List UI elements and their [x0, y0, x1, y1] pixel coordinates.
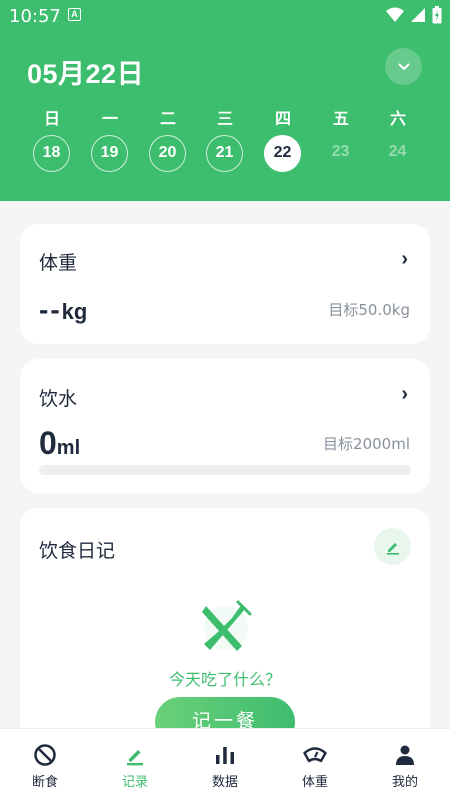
edit-diary-button[interactable] — [374, 528, 411, 565]
weekday-sat: 六 — [389, 109, 406, 128]
water-title: 饮水 — [39, 388, 78, 410]
nav-item-data[interactable]: 数据 — [180, 729, 270, 799]
day-button[interactable]: 18 — [33, 135, 70, 172]
day-button-selected[interactable]: 22 — [264, 135, 301, 172]
notification-icon: A — [68, 8, 81, 21]
status-icons — [386, 6, 442, 24]
weekday-sun: 日 — [43, 109, 60, 128]
weekday-wed: 三 — [216, 109, 233, 128]
nav-label: 我的 — [391, 775, 418, 790]
weight-goal: 目标50.0kg — [328, 301, 410, 319]
water-goal: 目标2000ml — [323, 435, 410, 453]
weight-unit: kg — [61, 299, 88, 324]
nav-item-profile[interactable]: 我的 — [360, 729, 450, 799]
chevron-right-icon: › — [401, 383, 408, 405]
signal-icon — [411, 8, 425, 22]
weight-title: 体重 — [39, 252, 78, 274]
empty-state-text: 今天吃了什么？ — [168, 670, 281, 689]
nav-label: 数据 — [211, 775, 238, 790]
bottom-navigation: 断食 记录 数据 体重 我的 — [0, 728, 450, 799]
status-bar: 10:57 A — [0, 0, 450, 32]
nav-item-record[interactable]: 记录 — [90, 729, 180, 799]
chevron-down-icon — [398, 63, 409, 70]
day-button[interactable]: 19 — [91, 135, 128, 172]
expand-calendar-button[interactable] — [385, 48, 422, 85]
nav-label: 体重 — [301, 775, 328, 790]
nav-item-weight[interactable]: 体重 — [270, 729, 360, 799]
water-value: 0ml — [39, 425, 80, 462]
pencil-icon — [386, 542, 399, 555]
battery-icon — [432, 6, 442, 24]
weekday-thu: 四 — [274, 109, 291, 128]
day-button[interactable]: 21 — [206, 135, 243, 172]
person-icon — [396, 745, 414, 765]
weekday-fri: 五 — [332, 109, 349, 128]
date-title: 05月22日 — [27, 59, 145, 89]
weekday-tue: 二 — [159, 109, 176, 128]
water-number: 0 — [39, 425, 57, 461]
nav-item-fasting[interactable]: 断食 — [0, 729, 90, 799]
weight-value: --kg — [39, 294, 87, 326]
day-button-future: 23 — [331, 143, 350, 160]
day-button-future: 24 — [388, 143, 407, 160]
diet-title: 饮食日记 — [39, 540, 116, 562]
water-unit: ml — [56, 437, 81, 459]
weight-number: -- — [39, 294, 62, 325]
block-icon — [34, 744, 56, 766]
status-time: 10:57 — [9, 6, 61, 27]
nav-label: 断食 — [31, 775, 58, 790]
weight-card[interactable]: 体重 › --kg 目标50.0kg — [20, 224, 430, 344]
bar-chart-icon — [216, 747, 234, 764]
weekday-mon: 一 — [101, 109, 118, 128]
wifi-icon — [386, 7, 404, 22]
nav-label: 记录 — [121, 775, 148, 790]
edit-icon — [127, 750, 143, 766]
water-progress-bar — [39, 465, 411, 475]
day-button[interactable]: 20 — [149, 135, 186, 172]
cutlery-icon — [202, 600, 252, 651]
water-card[interactable]: 饮水 › 0ml 目标2000ml — [20, 359, 430, 493]
date-header: 10:57 A 05月22日 日 一 二 三 四 五 六 18 19 20 21… — [0, 0, 450, 201]
chevron-right-icon: › — [401, 248, 408, 270]
scale-icon — [303, 747, 327, 763]
